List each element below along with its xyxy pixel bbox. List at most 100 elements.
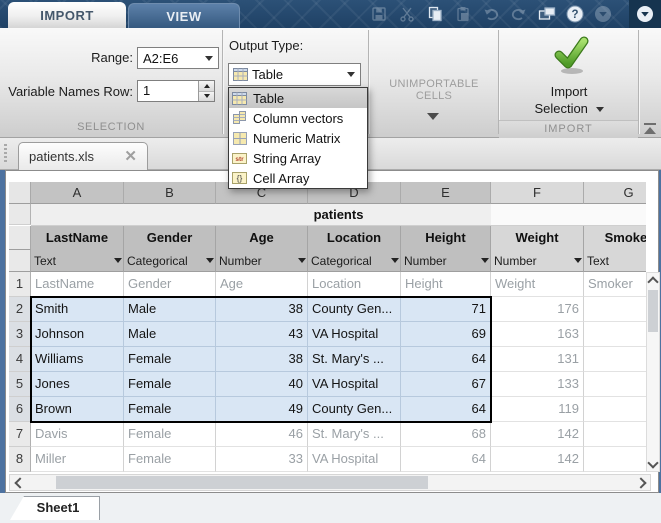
variable-type-dropdown-E[interactable]: Number (401, 250, 491, 272)
variable-type-dropdown-G[interactable]: Text (584, 250, 646, 272)
copy-icon[interactable] (422, 2, 447, 26)
spinner-up-icon[interactable] (199, 81, 214, 91)
cell-E8[interactable]: 64 (401, 447, 491, 472)
horizontal-scrollbar-thumb[interactable] (56, 476, 428, 489)
cell-C7[interactable]: 46 (216, 422, 308, 447)
cell-E3[interactable]: 69 (401, 322, 491, 347)
cell-B4[interactable]: Female (124, 347, 216, 372)
cell-B6[interactable]: Female (124, 397, 216, 422)
cell-C5[interactable]: 40 (216, 372, 308, 397)
save-icon[interactable] (366, 2, 391, 26)
variable-names-row-spinner[interactable]: 1 (137, 80, 215, 102)
cell-A8[interactable]: Miller (31, 447, 124, 472)
cell-B8[interactable]: Female (124, 447, 216, 472)
cell-A4[interactable]: Williams (31, 347, 124, 372)
cell-G7[interactable] (584, 422, 646, 447)
menu-item-cell-array[interactable]: {} Cell Array (229, 168, 367, 188)
row-number-3[interactable]: 3 (9, 322, 31, 347)
cell-A2[interactable]: Smith (31, 297, 124, 322)
cell-A1[interactable]: LastName (31, 272, 124, 297)
cell-E4[interactable]: 64 (401, 347, 491, 372)
cell-B1[interactable]: Gender (124, 272, 216, 297)
variable-type-dropdown-D[interactable]: Categorical (308, 250, 401, 272)
merged-title-cell[interactable]: patients (31, 204, 646, 225)
row-number-8[interactable]: 8 (9, 447, 31, 472)
row-number-6[interactable]: 6 (9, 397, 31, 422)
row-number-7[interactable]: 7 (9, 422, 31, 447)
variable-type-dropdown-B[interactable]: Categorical (124, 250, 216, 272)
cell-C1[interactable]: Age (216, 272, 308, 297)
scroll-up-icon[interactable] (647, 273, 659, 288)
cut-icon[interactable] (394, 2, 419, 26)
variable-name-lastname[interactable]: LastName (31, 226, 124, 250)
variable-type-dropdown-F[interactable]: Number (491, 250, 584, 272)
row-number-5[interactable]: 5 (9, 372, 31, 397)
cell-G3[interactable] (584, 322, 646, 347)
cell-A6[interactable]: Brown (31, 397, 124, 422)
sheet-tab-sheet1[interactable]: Sheet1 (10, 496, 100, 520)
variable-type-dropdown-A[interactable]: Text (31, 250, 124, 272)
window-menu-button[interactable] (629, 0, 661, 28)
cell-E7[interactable]: 68 (401, 422, 491, 447)
cell-F5[interactable]: 133 (491, 372, 584, 397)
column-letter-A[interactable]: A (31, 182, 124, 204)
help-icon[interactable]: ? (562, 2, 587, 26)
cell-C8[interactable]: 33 (216, 447, 308, 472)
toolbar-more-icon[interactable] (590, 2, 615, 26)
variable-name-smoker[interactable]: Smoker (584, 226, 646, 250)
drag-grip[interactable] (4, 144, 7, 164)
variable-type-dropdown-C[interactable]: Number (216, 250, 308, 272)
column-letter-E[interactable]: E (401, 182, 491, 204)
cell-D8[interactable]: VA Hospital (308, 447, 401, 472)
cell-E6[interactable]: 64 (401, 397, 491, 422)
cell-F6[interactable]: 119 (491, 397, 584, 422)
cell-F1[interactable]: Weight (491, 272, 584, 297)
cell-D5[interactable]: VA Hospital (308, 372, 401, 397)
cell-G4[interactable] (584, 347, 646, 372)
cell-D7[interactable]: St. Mary's ... (308, 422, 401, 447)
cell-A7[interactable]: Davis (31, 422, 124, 447)
variable-name-height[interactable]: Height (401, 226, 491, 250)
cell-G8[interactable] (584, 447, 646, 472)
row-number-4[interactable]: 4 (9, 347, 31, 372)
redo-icon[interactable] (506, 2, 531, 26)
cell-G5[interactable] (584, 372, 646, 397)
cell-F2[interactable]: 176 (491, 297, 584, 322)
variable-name-weight[interactable]: Weight (491, 226, 584, 250)
cell-B5[interactable]: Female (124, 372, 216, 397)
cell-G6[interactable] (584, 397, 646, 422)
column-letter-F[interactable]: F (491, 182, 584, 204)
cell-E5[interactable]: 67 (401, 372, 491, 397)
cell-B3[interactable]: Male (124, 322, 216, 347)
variable-name-age[interactable]: Age (216, 226, 308, 250)
row-number-2[interactable]: 2 (9, 297, 31, 322)
unimportable-cells-button[interactable]: UNIMPORTABLE CELLS (370, 78, 498, 102)
cell-B7[interactable]: Female (124, 422, 216, 447)
column-letter-B[interactable]: B (124, 182, 216, 204)
cell-C3[interactable]: 43 (216, 322, 308, 347)
cell-E2[interactable]: 71 (401, 297, 491, 322)
cell-F3[interactable]: 163 (491, 322, 584, 347)
menu-item-table[interactable]: Table (229, 88, 367, 108)
cell-B2[interactable]: Male (124, 297, 216, 322)
cell-C6[interactable]: 49 (216, 397, 308, 422)
cell-D6[interactable]: County Gen... (308, 397, 401, 422)
cell-F7[interactable]: 142 (491, 422, 584, 447)
cell-D2[interactable]: County Gen... (308, 297, 401, 322)
row-number-1[interactable]: 1 (9, 272, 31, 297)
cell-C4[interactable]: 38 (216, 347, 308, 372)
cell-F8[interactable]: 142 (491, 447, 584, 472)
range-combobox[interactable]: A2:E6 (137, 47, 219, 69)
close-icon[interactable]: ✕ (124, 149, 137, 164)
cell-G1[interactable]: Smoker (584, 272, 646, 297)
column-letter-G[interactable]: G (584, 182, 646, 204)
cell-D1[interactable]: Location (308, 272, 401, 297)
document-tab-patients[interactable]: patients.xls ✕ (18, 142, 148, 170)
variable-name-gender[interactable]: Gender (124, 226, 216, 250)
horizontal-scrollbar[interactable] (9, 474, 651, 491)
spinner-down-icon[interactable] (199, 90, 214, 101)
scroll-right-icon[interactable] (634, 475, 650, 490)
collapse-ribbon-icon[interactable] (643, 123, 657, 134)
cell-D3[interactable]: VA Hospital (308, 322, 401, 347)
vertical-scrollbar[interactable] (646, 272, 660, 472)
